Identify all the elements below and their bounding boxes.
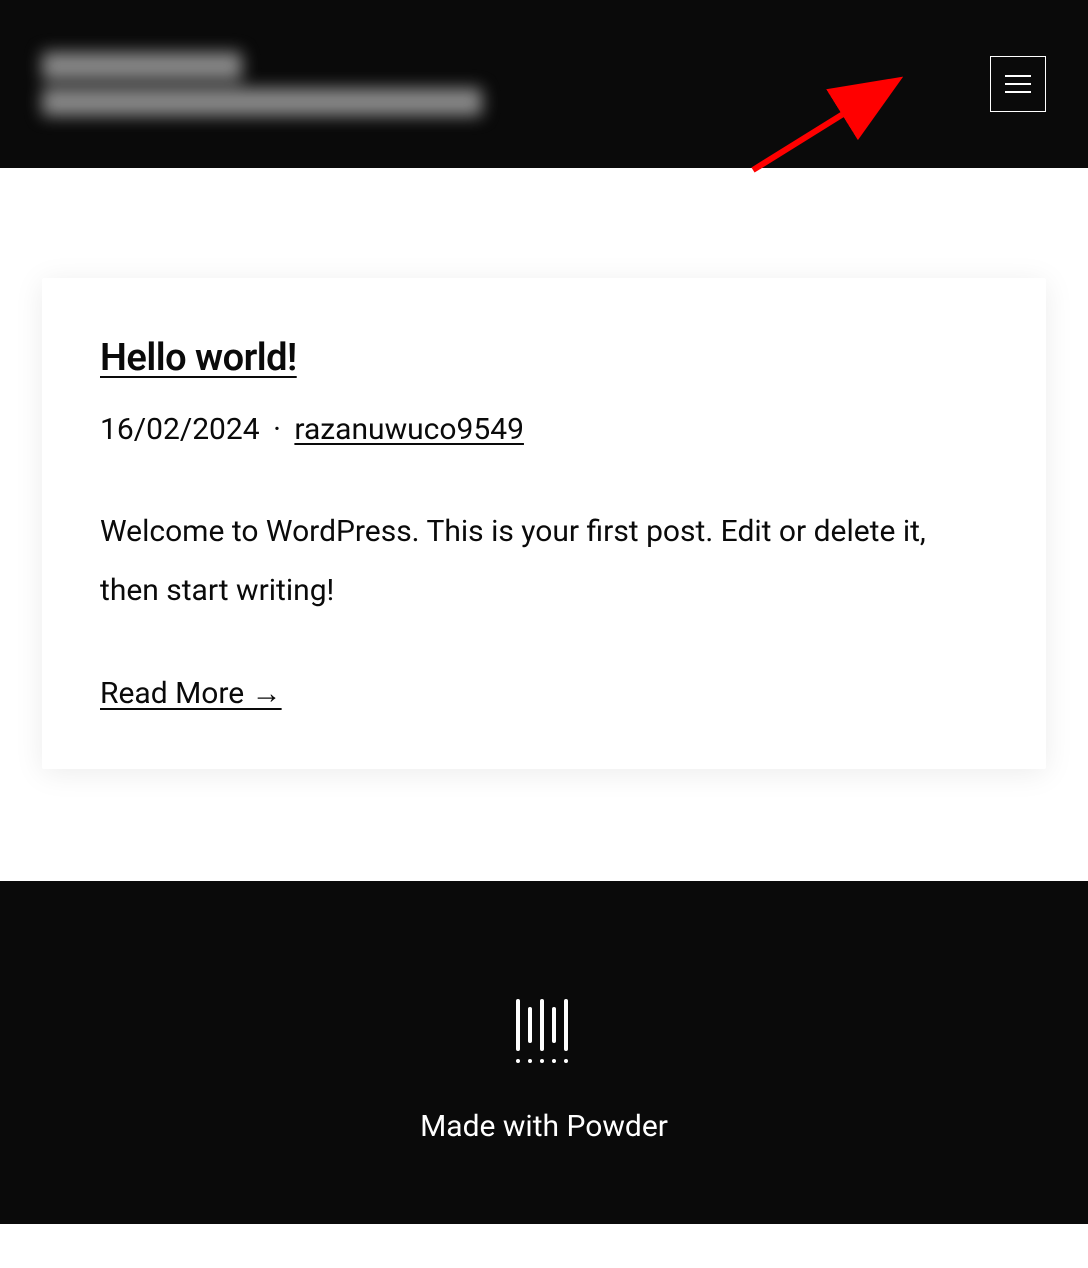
site-title [42,52,242,80]
post-title-link[interactable]: Hello world! [100,336,988,380]
read-more-link[interactable]: Read More → [100,676,282,711]
annotation-arrow [748,75,908,175]
hamburger-icon [1005,75,1031,93]
post-excerpt: Welcome to WordPress. This is your first… [100,503,988,620]
menu-toggle-button[interactable] [990,56,1046,112]
main-content: Hello world! 16/02/2024 · razanuwuco9549… [0,168,1088,769]
post-card: Hello world! 16/02/2024 · razanuwuco9549… [42,278,1046,769]
site-tagline [42,88,482,116]
meta-separator: · [273,412,281,447]
site-branding [42,52,482,116]
post-date: 16/02/2024 [100,412,260,447]
post-meta: 16/02/2024 · razanuwuco9549 [100,412,988,447]
footer-credit: Made with Powder [0,1109,1088,1144]
post-author-link[interactable]: razanuwuco9549 [294,412,524,447]
powder-logo-icon [510,999,578,1071]
site-header [0,0,1088,168]
site-footer: Made with Powder [0,881,1088,1224]
